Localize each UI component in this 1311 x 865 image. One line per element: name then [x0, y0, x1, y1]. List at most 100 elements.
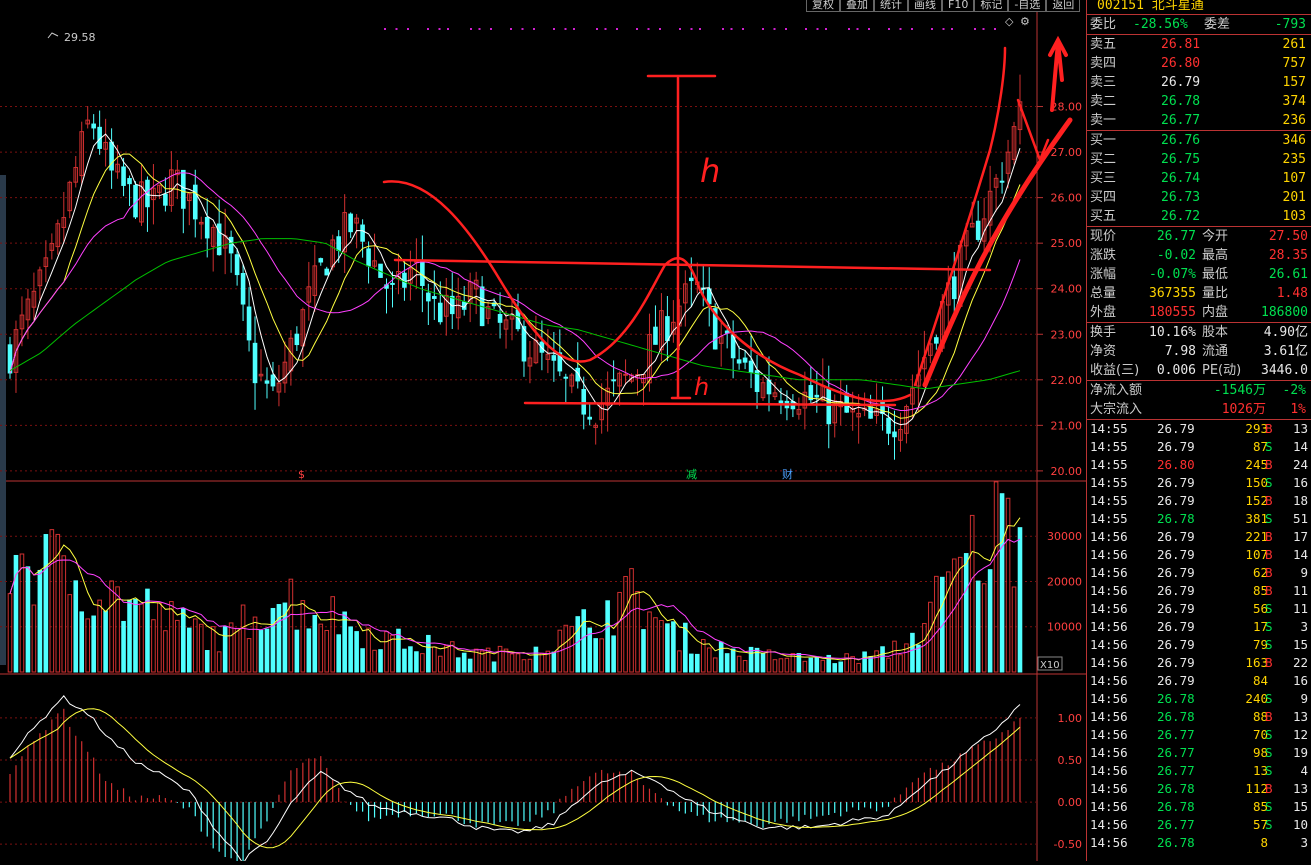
volume-bar [294, 629, 300, 673]
tick-price: 26.78 [1157, 799, 1195, 814]
volume-bar [372, 649, 377, 673]
quote-stats: 现价 26.77 今开 27.50 涨跌 -0.02 最高 28.35 涨幅 -0.07% 最低 26… [1087, 227, 1311, 323]
capital-flows: 净流入额 -1546万 -2% 大宗流入 1026万 1% [1087, 381, 1311, 420]
tick-side: B [1265, 583, 1273, 598]
tick-price: 26.79 [1157, 421, 1195, 436]
volume-bar [724, 653, 730, 673]
candle [264, 380, 270, 384]
tick-time: 14:56 [1090, 565, 1128, 580]
tick-time: 14:55 [1090, 457, 1128, 472]
volume-bar [378, 649, 383, 673]
volume-bar [509, 653, 515, 673]
candle [192, 184, 198, 220]
volume-bar [671, 621, 676, 673]
toolbar-button-0[interactable]: 复权 [806, 0, 840, 12]
candle [623, 373, 628, 376]
tick-volume: 84 [1252, 673, 1268, 688]
tick-row: 14:55 26.79 150 S 16 [1087, 474, 1311, 492]
height-label: h [700, 152, 720, 190]
flow-pct: -2% [1282, 383, 1306, 398]
tick-time: 14:56 [1090, 709, 1128, 724]
toolbar-button-6[interactable]: -自选 [1008, 0, 1047, 12]
toolbar-button-2[interactable]: 统计 [874, 0, 908, 12]
tick-price: 26.78 [1157, 835, 1195, 850]
signal-dot [470, 28, 472, 30]
tick-time: 14:55 [1090, 511, 1128, 526]
fund-row: 收益(三) 0.006 PE(动) 3446.0 [1087, 361, 1311, 380]
signal-dot [679, 28, 681, 30]
signal-dot [596, 28, 598, 30]
scroll-handle[interactable] [0, 175, 6, 665]
volume-bar [186, 627, 192, 673]
candle [437, 302, 443, 323]
stat-label: 现价 [1090, 229, 1117, 244]
tick-side: S [1265, 601, 1273, 616]
signal-dot [616, 28, 618, 30]
toolbar-button-4[interactable]: F10 [942, 0, 975, 12]
signal-dot [805, 28, 807, 30]
stat-label: 内盘 [1202, 305, 1229, 320]
volume-bar [133, 598, 138, 673]
max-price-label: 29.58 [64, 31, 96, 44]
volume-bar [210, 626, 216, 673]
bid-row: 买三 26.74 107 [1087, 169, 1311, 188]
tick-list[interactable]: 14:55 26.79 293 B 13 14:55 26.79 87 S 14 14:55 26.8… [1087, 420, 1311, 852]
ask-row: 卖三 26.79 157 [1087, 73, 1311, 92]
tick-time: 14:56 [1090, 673, 1128, 688]
stat-row: 涨幅 -0.07% 最低 26.61 [1087, 265, 1311, 284]
volume-bar [103, 610, 108, 673]
tick-price: 26.77 [1157, 817, 1195, 832]
volume-bar [892, 640, 897, 673]
arrow-down [1016, 98, 1050, 164]
tick-count: 3 [1300, 835, 1308, 850]
tick-side: S [1265, 763, 1273, 778]
tick-time: 14:55 [1090, 439, 1128, 454]
signal-dot [785, 28, 787, 30]
volume-bar [736, 655, 742, 673]
volume-bar [778, 658, 784, 673]
tick-time: 14:55 [1090, 493, 1128, 508]
volume-bar [354, 631, 359, 673]
flow-row: 净流入额 -1546万 -2% [1087, 381, 1311, 400]
fund-row: 换手 10.16% 股本 4.90亿 [1087, 323, 1311, 342]
ma10-line [9, 153, 1021, 419]
candle [886, 417, 891, 434]
stat-label: 最高 [1202, 248, 1229, 263]
toolbar-button-3[interactable]: 画线 [908, 0, 942, 12]
tick-time: 14:56 [1090, 799, 1128, 814]
signal-dot [868, 28, 870, 30]
signal-dot [659, 28, 661, 30]
tick-price: 26.77 [1157, 727, 1195, 742]
volume-bar [730, 648, 736, 673]
volume-axis-label: 20000 [1047, 575, 1082, 588]
volume-bar [635, 591, 640, 673]
fund-value: 4.90亿 [1263, 325, 1308, 340]
toolbar-button-7[interactable]: 返回 [1046, 0, 1081, 12]
toolbar-button-1[interactable]: 叠加 [840, 0, 874, 12]
tick-price: 26.79 [1157, 439, 1195, 454]
bid-price: 26.74 [1161, 171, 1201, 186]
volume-bar [910, 632, 915, 673]
volume-bar [599, 638, 604, 673]
tick-row: 14:56 26.79 221 B 17 [1087, 528, 1311, 546]
quote-panel: 002151 北斗星通 委比 -28.56% 委差 -793 卖五 26.81 26… [1086, 0, 1311, 861]
tick-price: 26.79 [1157, 655, 1195, 670]
candle [240, 273, 246, 305]
tick-price: 26.78 [1157, 511, 1195, 526]
signal-dot [384, 28, 386, 30]
volume-bar [491, 661, 497, 673]
kline-chart-area[interactable]: 28.00 27.00 26.00 25.00 24.00 23.00 22.00 21.00… [0, 0, 1086, 865]
stat-value: 27.50 [1268, 229, 1308, 244]
macd-dif-line [9, 694, 1021, 865]
volume-bar [551, 651, 557, 673]
signal-dot [427, 28, 429, 30]
fund-label: 净资 [1090, 344, 1117, 359]
flow-label: 净流入额 [1090, 383, 1143, 398]
base-line [523, 401, 897, 407]
ask-label: 卖一 [1090, 113, 1117, 128]
candle [181, 169, 186, 209]
volume-bar [348, 626, 353, 673]
toolbar-button-5[interactable]: 标记 [974, 0, 1009, 12]
bid-volume: 235 [1282, 152, 1306, 167]
flow-label: 大宗流入 [1090, 402, 1143, 417]
